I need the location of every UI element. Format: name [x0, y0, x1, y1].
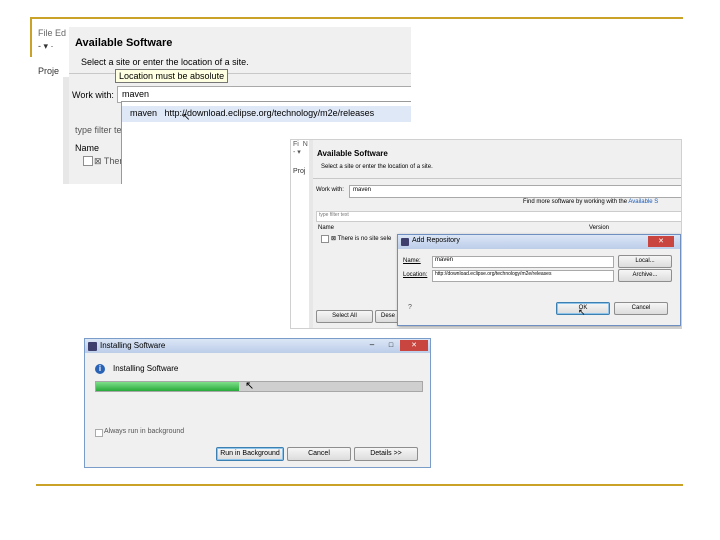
install-progress-bar	[95, 381, 423, 392]
work-with-combo[interactable]: maven	[349, 185, 681, 198]
bottom-rule	[36, 484, 683, 486]
work-with-label: Work with:	[72, 90, 114, 100]
dialog-title: Available Software	[317, 149, 388, 158]
tree-item-label: ⊠ There is no site sele	[331, 236, 392, 242]
location-input[interactable]: http://download.eclipse.org/technology/m…	[432, 270, 614, 282]
more-software-text: Find more software by working with the A…	[523, 199, 659, 205]
cancel-button[interactable]: Cancel	[614, 302, 668, 315]
tree-item-checkbox[interactable]	[321, 235, 329, 243]
name-input[interactable]: maven	[432, 256, 614, 268]
location-value: http://download.eclipse.org/technology/m…	[435, 271, 552, 277]
mouse-cursor-icon: ↖	[182, 112, 191, 123]
tree-item-checkbox[interactable]	[83, 156, 93, 166]
dropdown-item-maven[interactable]: maven http://download.eclipse.org/techno…	[122, 106, 411, 122]
name-column-header[interactable]: Name	[318, 225, 334, 231]
dialog-subtitle: Select a site or enter the location of a…	[321, 164, 433, 170]
installing-heading: Installing Software	[113, 364, 179, 373]
work-with-value: maven	[353, 187, 372, 193]
eclipse-app-icon	[88, 342, 97, 351]
dialog-title: Available Software	[75, 37, 173, 49]
cancel-button[interactable]: Cancel	[287, 447, 351, 461]
toolbar-dropdown-icon[interactable]: Fi N- ▾	[293, 141, 308, 156]
work-with-value: maven	[122, 89, 150, 99]
dropdown-item-text: maven http://download.eclipse.org/techno…	[130, 108, 375, 118]
window-title: Installing Software	[100, 341, 166, 350]
details-button[interactable]: Details >>	[354, 447, 418, 461]
maximize-icon[interactable]: □	[382, 340, 400, 351]
window-titlebar: Installing Software – □ ✕	[85, 339, 430, 353]
add-repository-titlebar: Add Repository ✕	[398, 235, 680, 249]
dialog-subtitle: Select a site or enter the location of a…	[81, 57, 249, 67]
filter-field-partial[interactable]: type filter te	[75, 125, 122, 135]
local-button[interactable]: Local...	[618, 255, 672, 268]
close-icon[interactable]: ✕	[648, 236, 674, 247]
menu-bar-partial[interactable]: File Ed	[38, 28, 66, 38]
always-background-label: Always run in background	[104, 428, 185, 435]
archive-button[interactable]: Archive...	[618, 269, 672, 282]
run-in-background-button[interactable]: Run in Background	[216, 447, 284, 461]
top-left-tick	[30, 17, 32, 57]
name-column-header[interactable]: Name	[75, 143, 99, 153]
info-icon: i	[95, 364, 105, 374]
name-label: Name:	[403, 258, 421, 264]
header-divider	[313, 178, 681, 179]
location-label: Location:	[403, 272, 428, 278]
project-explorer-tab[interactable]: Proje	[38, 66, 59, 76]
minimize-icon[interactable]: –	[362, 340, 382, 351]
work-with-label: Work with:	[316, 187, 344, 193]
always-background-checkbox[interactable]	[95, 429, 103, 437]
add-repository-title: Add Repository	[412, 237, 460, 244]
help-icon[interactable]: ?	[408, 304, 412, 311]
eclipse-app-icon	[401, 238, 409, 246]
project-explorer-tab[interactable]: Proj	[293, 168, 305, 175]
name-value: maven	[435, 257, 454, 263]
installing-software-window: Installing Software – □ ✕ i Installing S…	[84, 338, 431, 468]
filter-placeholder: type filter text	[319, 212, 349, 218]
select-all-button[interactable]: Select All	[316, 310, 373, 323]
mouse-cursor-icon: ↖	[578, 307, 586, 317]
close-icon[interactable]: ✕	[400, 340, 428, 351]
top-rule	[30, 17, 683, 19]
location-error-tooltip: Location must be absolute	[115, 69, 229, 83]
toolbar-dropdown-icon[interactable]: - ▾ ·	[38, 41, 54, 52]
add-repository-dialog: Add Repository ✕ Name: maven Local... Lo…	[397, 234, 681, 326]
mouse-cursor-icon: ↖	[245, 380, 255, 392]
version-column-header[interactable]: Version	[589, 225, 609, 231]
screenshot-available-software-2: Fi N- ▾ Proj Available Software Select a…	[290, 139, 682, 329]
available-sites-link[interactable]: Available S	[628, 199, 658, 205]
install-progress-fill	[96, 382, 240, 391]
filter-field[interactable]: type filter text	[316, 211, 681, 222]
